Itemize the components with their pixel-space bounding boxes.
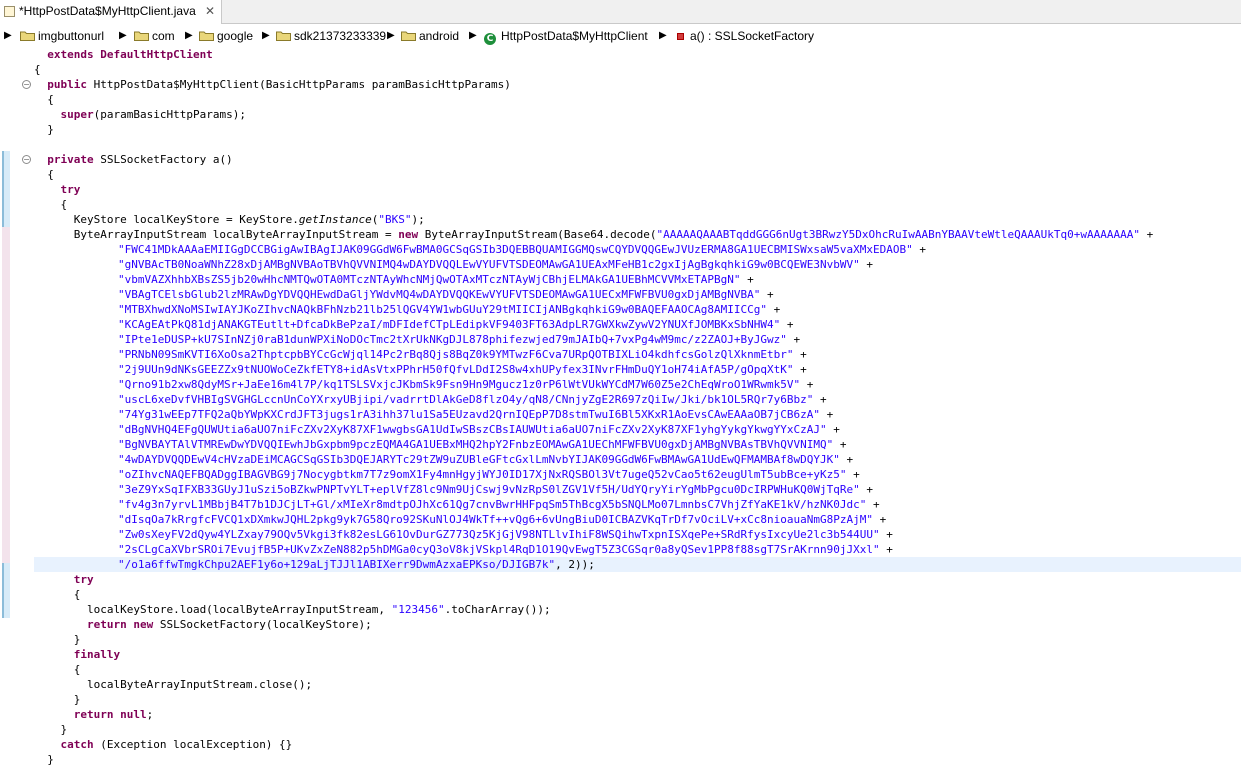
- code-line: "VBAgTCElsbGlub2lzMRAwDgYDVQQHEwdDaGljYW…: [118, 288, 774, 301]
- chevron-right-icon[interactable]: ▶: [262, 28, 270, 44]
- code-line: finally: [73, 648, 121, 661]
- code-line: "fv4g3n7yrvL1MBbjB4T7b1DJCjLT+Gl/xMIeXr8…: [118, 498, 880, 511]
- fold-toggle-icon[interactable]: −: [22, 80, 31, 89]
- code-line: {: [34, 168, 54, 181]
- tab-title: *HttpPostData$MyHttpClient.java: [19, 4, 196, 18]
- code-line: "oZIhvcNAQEFBQADggIBAGVBG9j7Nocygbtkm7T7…: [118, 468, 860, 481]
- code-line: {: [34, 588, 81, 601]
- breadcrumb-item-class[interactable]: C HttpPostData$MyHttpClient: [484, 28, 648, 45]
- code-line: }: [34, 693, 81, 706]
- package-folder-icon: [401, 31, 416, 41]
- breadcrumb-item-google[interactable]: google: [199, 28, 253, 44]
- breadcrumb-item-com[interactable]: com: [134, 28, 175, 44]
- code-line: "4wDAYDVQQDEwV4cHVzaDEiMCAGCSqGSIb3DQEJA…: [118, 453, 854, 466]
- code-line: }: [34, 633, 81, 646]
- package-folder-icon: [276, 31, 291, 41]
- chevron-right-icon[interactable]: ▶: [119, 28, 127, 44]
- breadcrumb-item-imgbuttonurl[interactable]: imgbuttonurl: [20, 28, 104, 44]
- code-line: extends DefaultHttpClient: [34, 48, 213, 61]
- code-line-current: "/o1a6ffwTmgkChpu2AEF1y6o+129aLjTJJl1ABI…: [118, 558, 595, 571]
- chevron-right-icon[interactable]: ▶: [4, 28, 12, 44]
- breadcrumb: ▶ imgbuttonurl ▶ com ▶ google ▶ sdk21373…: [0, 25, 1241, 47]
- code-line: "2sCLgCaXVbrSROi7EvujfB5P+UKvZxZeN882p5h…: [118, 543, 893, 556]
- package-folder-icon: [199, 31, 214, 41]
- code-line: }: [34, 123, 54, 136]
- code-editor[interactable]: − − extends DefaultHttpClient { public H…: [0, 47, 1241, 775]
- code-line: "74Yg31wEEp7TFQ2aQbYWpKXCrdJFT3jugs1rA3i…: [118, 408, 834, 421]
- tab-active-file[interactable]: *HttpPostData$MyHttpClient.java ✕: [0, 0, 222, 24]
- code-line: try: [60, 183, 81, 196]
- code-line: "gNVBAcTB0NoaWNhZ28xDjAMBgNVBAoTBVhQVVNI…: [118, 258, 873, 271]
- code-line: {: [34, 663, 81, 676]
- code-line: localByteArrayInputStream.close();: [34, 678, 313, 691]
- code-line: "Zw0sXeyFV2dQyw4YLZxay79OQv5Vkgi3fk82esL…: [118, 528, 893, 541]
- code-line: "vbmVAZXhhbXBsZS5jb20wHhcNMTQwOTA0MTczNT…: [118, 273, 754, 286]
- code-line: ByteArrayInputStream localByteArrayInput…: [34, 228, 1154, 241]
- breadcrumb-item-android[interactable]: android: [401, 28, 459, 44]
- class-icon: C: [484, 33, 496, 45]
- fold-toggle-icon[interactable]: −: [22, 155, 31, 164]
- code-line: "dBgNVHQ4EFgQUWUtia6aUO7niFcZXv2XyK87XF1…: [118, 423, 840, 436]
- code-line: {: [34, 63, 41, 76]
- code-line: "FWC41MDkAAAaEMIIGgDCCBGigAwIBAgIJAK09GG…: [118, 243, 926, 256]
- java-file-icon: [4, 6, 15, 17]
- code-line: "IPte1eDUSP+kU7SInNZj0raB1dunWPXiNoDOcTm…: [118, 333, 801, 346]
- code-line: return null;: [73, 708, 154, 721]
- code-line: KeyStore localKeyStore = KeyStore.getIns…: [34, 213, 425, 226]
- code-line: localKeyStore.load(localByteArrayInputSt…: [34, 603, 551, 616]
- code-line: "PRNbN09SmKVTI6XoOsa2ThptcpbBYCcGcWjql14…: [118, 348, 807, 361]
- code-line: catch (Exception localException) {}: [60, 738, 293, 751]
- code-line: private SSLSocketFactory a(): [47, 153, 233, 166]
- code-line: "MTBXhwdXNoMSIwIAYJKoZIhvcNAQkBFhNzb21lb…: [118, 303, 781, 316]
- editor-tab-bar: *HttpPostData$MyHttpClient.java ✕: [0, 0, 1241, 24]
- chevron-right-icon[interactable]: ▶: [469, 28, 477, 44]
- chevron-right-icon[interactable]: ▶: [659, 28, 667, 44]
- code-line: try: [73, 573, 94, 586]
- breadcrumb-item-method[interactable]: a() : SSLSocketFactory: [677, 28, 814, 44]
- code-line: }: [34, 753, 54, 766]
- code-line: "BgNVBAYTAlVTMREwDwYDVQQIEwhJbGxpbm9pczE…: [118, 438, 847, 451]
- code-line: "KCAgEAtPkQ81djANAKGTEutlt+DfcaDkBePzaI/…: [118, 318, 794, 331]
- code-line: public HttpPostData$MyHttpClient(BasicHt…: [47, 78, 511, 91]
- code-line: {: [34, 93, 54, 106]
- code-line: "3eZ9YxSqIFXB33GUyJ1uSzi5oBZkwPNPTvYLT+e…: [118, 483, 873, 496]
- code-line: super(paramBasicHttpParams);: [60, 108, 246, 121]
- private-method-icon: [677, 33, 684, 40]
- code-line: "uscL6xeDvfVHBIgSVGHGLccnUnCoYXrxyUBjipi…: [118, 393, 827, 406]
- code-line: }: [34, 723, 68, 736]
- package-folder-icon: [134, 31, 149, 41]
- chevron-right-icon[interactable]: ▶: [387, 28, 395, 44]
- close-icon[interactable]: ✕: [205, 0, 215, 23]
- package-folder-icon: [20, 31, 35, 41]
- quick-diff-indicator: [2, 227, 10, 563]
- chevron-right-icon[interactable]: ▶: [185, 28, 193, 44]
- code-line: {: [34, 198, 68, 211]
- code-line: "Qrno91b2xw8QdyMSr+JaEe16m4l7P/kq1TSLSVx…: [118, 378, 814, 391]
- code-line: "dIsqOa7kRrgfcFVCQ1xDXmkwJQHL2pkg9yk7G58…: [118, 513, 887, 526]
- code-line: return new SSLSocketFactory(localKeyStor…: [86, 618, 372, 631]
- breadcrumb-item-sdk[interactable]: sdk21373233339: [276, 28, 386, 44]
- code-line: "2j9UUn9dNKsGEEZZx9tNUOWoCeZkfETY8+idAsV…: [118, 363, 807, 376]
